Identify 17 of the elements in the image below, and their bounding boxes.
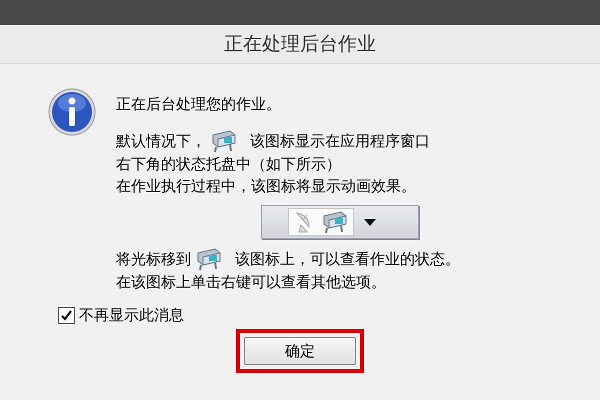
plotter-icon [210,129,238,153]
message-text: 右下角的状态托盘中（如下所示） [116,154,342,175]
window-title: 正在处理后台作业 [224,32,376,57]
message-text: 该图标上，可以查看作业的状态。 [235,249,460,270]
message-text: 在该图标上单击右键可以查看其他选项。 [116,272,387,293]
checkbox[interactable] [58,307,75,324]
message-text: 默认情况下， [116,131,206,152]
plotter-icon [321,210,349,234]
caret-icon[interactable] [364,218,376,226]
checkbox-label[interactable]: 不再显示此消息 [79,306,184,325]
message-text: 将光标移到 [116,249,191,270]
message-text: 在作业执行过程中，该图标将显示动画效果。 [116,176,417,197]
info-icon [48,88,96,136]
ok-button[interactable]: 确定 [244,337,356,365]
plotter-icon [195,247,223,271]
message-text: 该图标显示在应用程序窗口 [250,131,430,152]
message-text: 正在后台处理您的作业。 [116,94,282,115]
